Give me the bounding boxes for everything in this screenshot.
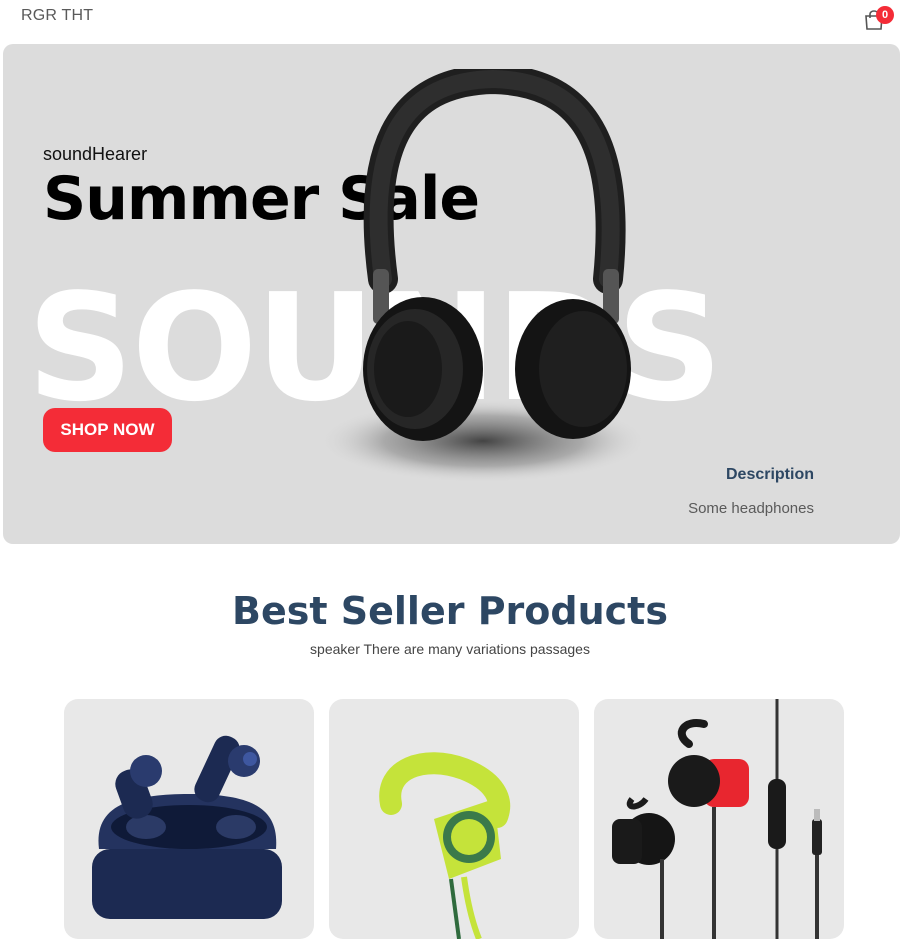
navbar: RGR THT 0 — [0, 0, 900, 40]
headphones-image — [318, 69, 648, 483]
hero-subtitle: soundHearer — [43, 144, 148, 164]
description-text: Some headphones — [688, 500, 814, 517]
sport-earphone-icon — [379, 752, 511, 939]
description-label: Description — [725, 466, 814, 483]
section-subtitle: speaker There are many variations passag… — [310, 641, 590, 657]
hero-banner: SOUNDS soundHearer Summer Sale SHOP NOW … — [3, 44, 900, 544]
product-card-earbuds[interactable] — [64, 699, 314, 939]
wired-earphones-icon — [612, 699, 822, 939]
cart-count-badge: 0 — [876, 6, 894, 24]
section-title: Best Seller Products — [232, 589, 668, 633]
shop-now-button[interactable]: SHOP NOW — [43, 408, 172, 452]
product-card-sport-earphone[interactable] — [329, 699, 579, 939]
cart-button[interactable]: 0 — [861, 6, 894, 32]
earbuds-case-icon — [92, 735, 282, 919]
brand-logo[interactable]: RGR THT — [21, 7, 93, 25]
product-card-wired-earphones[interactable] — [594, 699, 844, 939]
